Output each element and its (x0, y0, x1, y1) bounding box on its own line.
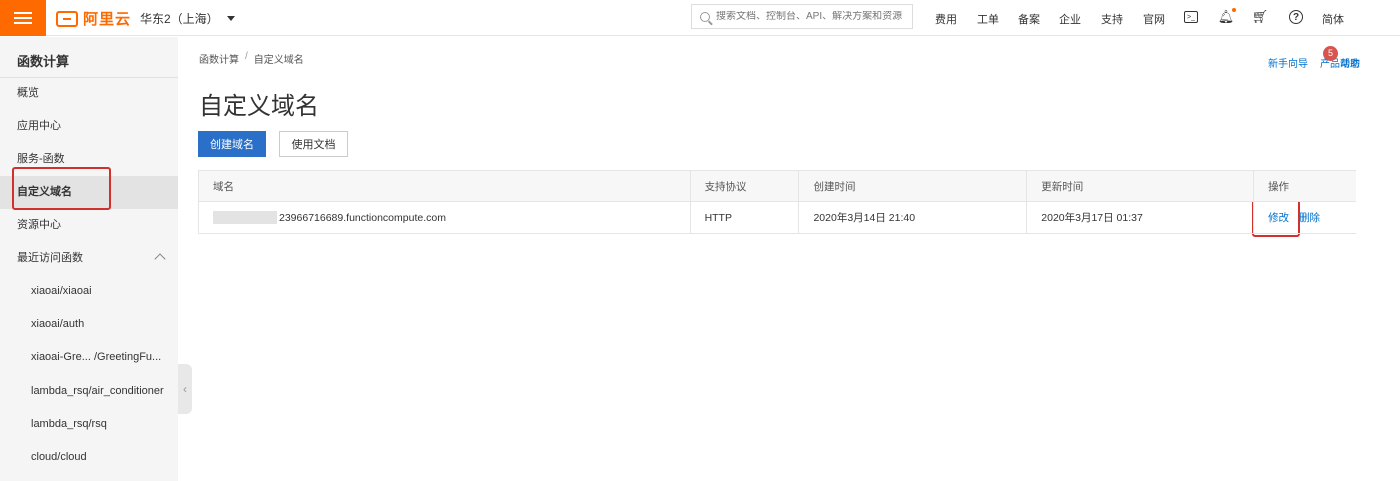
recent-function-item[interactable]: xiaoai-Gre... /GreetingFu... (0, 341, 178, 374)
nav-link-tickets[interactable]: 工单 (977, 11, 999, 27)
create-domain-button[interactable]: 创建域名 (198, 131, 266, 157)
chevron-up-icon (154, 253, 166, 265)
breadcrumb: 函数计算 / 自定义域名 (199, 51, 304, 66)
bell-icon[interactable]: 🔔︎ (1218, 8, 1236, 25)
region-label: 华东2（上海） (140, 12, 219, 26)
column-header-protocol: 支持协议 (691, 171, 800, 201)
domain-value: 23966716689.functioncompute.com (279, 211, 446, 224)
created-cell: 2020年3月14日 21:40 (799, 202, 1028, 233)
actions-cell: 修改 删除 (1254, 202, 1356, 233)
recent-function-item[interactable]: lambda_rsq/air_conditioner (0, 375, 178, 408)
nav-link-official-site[interactable]: 官网 (1143, 11, 1165, 27)
nav-link-enterprise[interactable]: 企业 (1059, 11, 1081, 27)
nav-link-billing[interactable]: 费用 (935, 11, 957, 27)
delete-link[interactable]: 删除 (1299, 210, 1320, 225)
updated-cell: 2020年3月17日 01:37 (1027, 202, 1255, 233)
protocol-cell: HTTP (691, 202, 800, 233)
sidebar-collapse-handle[interactable]: ‹ (178, 364, 192, 414)
language-switch[interactable]: 简体 (1322, 11, 1344, 27)
column-header-domain: 域名 (199, 171, 691, 201)
breadcrumb-item-current: 自定义域名 (253, 55, 304, 66)
recent-functions-label: 最近访问函数 (17, 252, 83, 264)
table-row: 23966716689.functioncompute.com HTTP 202… (199, 202, 1356, 233)
search-icon (700, 11, 710, 22)
recent-function-item[interactable]: xiaoai/xiaoai (0, 275, 178, 308)
sidebar: 函数计算 概览 应用中心 服务-函数 自定义域名 资源中心 最近访问函数 xia… (0, 37, 178, 481)
cart-icon[interactable]: 🛒︎ (1252, 9, 1269, 25)
table-header-row: 域名 支持协议 创建时间 更新时间 操作 (199, 171, 1356, 202)
help-icon[interactable]: ? (1289, 10, 1303, 24)
search-input[interactable] (716, 11, 906, 22)
breadcrumb-item[interactable]: 函数计算 (199, 51, 239, 66)
caret-down-icon (226, 16, 235, 21)
domain-table: 域名 支持协议 创建时间 更新时间 操作 23966716689.functio… (198, 170, 1356, 234)
column-header-actions: 操作 (1268, 180, 1290, 193)
aliyun-logo-icon (56, 10, 78, 27)
sidebar-item-recent-functions[interactable]: 最近访问函数 (0, 242, 178, 275)
sidebar-title: 函数计算 (17, 54, 70, 69)
help-link[interactable]: 帮助 (1340, 55, 1360, 70)
aliyun-logo[interactable]: 阿里云 (56, 8, 131, 29)
region-selector[interactable]: 华东2（上海） (140, 10, 235, 27)
sidebar-item-overview[interactable]: 概览 (0, 77, 178, 110)
nav-link-filing[interactable]: 备案 (1018, 11, 1040, 27)
docs-button[interactable]: 使用文档 (279, 131, 348, 157)
menu-icon[interactable] (0, 0, 46, 36)
column-header-updated: 更新时间 (1027, 171, 1255, 201)
top-bar: 阿里云 华东2（上海） 费用 工单 备案 企业 支持 官网 >_ 🔔︎ 🛒︎ ?… (0, 0, 1400, 36)
recent-function-item[interactable]: lambda_rsq/rsq (0, 408, 178, 441)
terminal-icon[interactable]: >_ (1184, 11, 1198, 23)
search-box[interactable] (691, 4, 913, 29)
annotation-highlight-sidebar (12, 167, 111, 210)
notification-badge: 5 (1323, 46, 1338, 61)
notification-dot (1232, 8, 1236, 12)
chevron-left-icon: ‹ (183, 382, 187, 396)
column-header-created: 创建时间 (799, 171, 1028, 201)
nav-link-support[interactable]: 支持 (1101, 11, 1123, 27)
domain-cell: 23966716689.functioncompute.com (199, 202, 691, 233)
sidebar-item-app-center[interactable]: 应用中心 (0, 110, 178, 143)
page-title: 自定义域名 (199, 93, 319, 120)
logo-text: 阿里云 (83, 11, 132, 28)
recent-function-item[interactable]: cloud/cloud (0, 441, 178, 474)
sidebar-item-resource-center[interactable]: 资源中心 (0, 209, 178, 242)
breadcrumb-separator: / (245, 51, 248, 62)
edit-link[interactable]: 修改 (1268, 210, 1289, 225)
recent-function-item[interactable]: xiaoai/auth (0, 308, 178, 341)
guide-link[interactable]: 新手向导 (1268, 55, 1308, 70)
redacted-region (213, 211, 277, 224)
